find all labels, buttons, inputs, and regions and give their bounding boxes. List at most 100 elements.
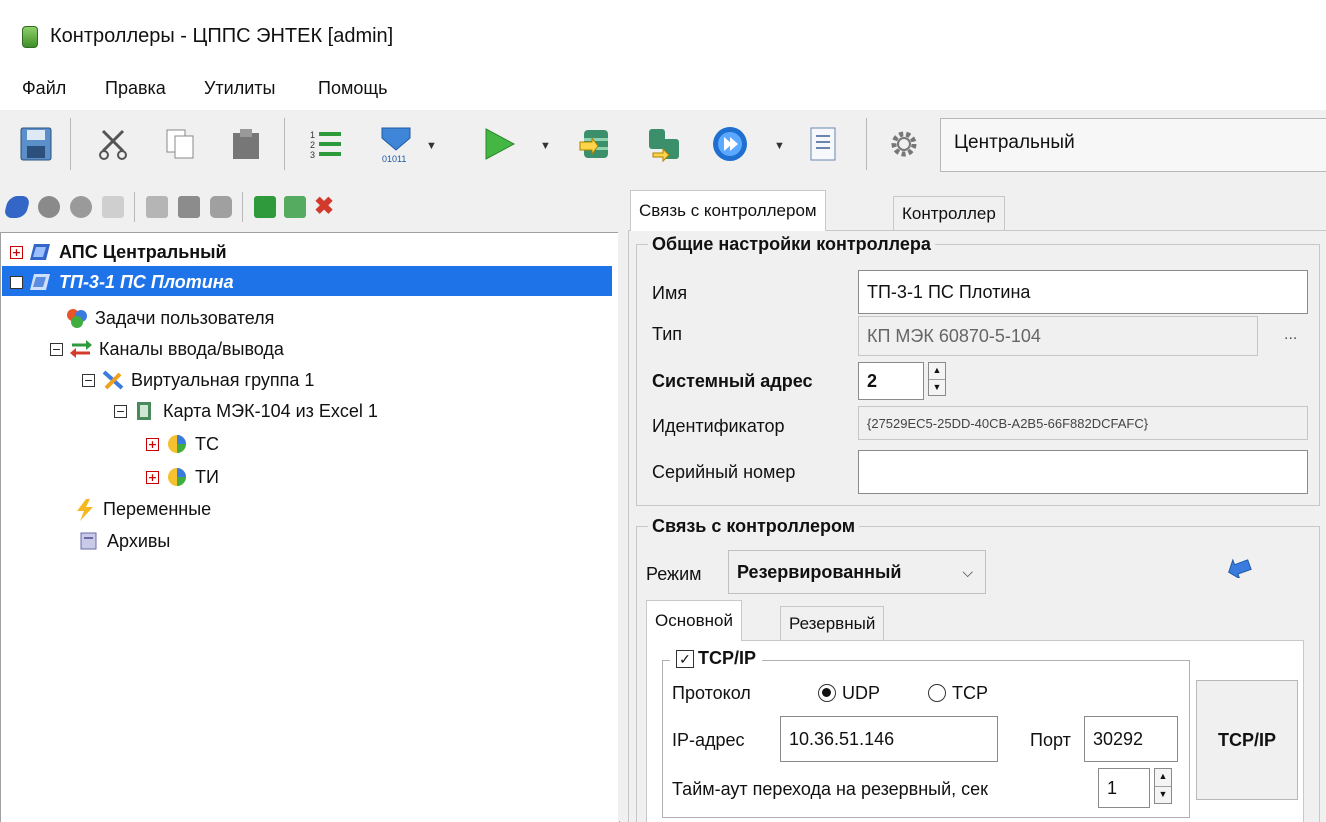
timeout-value: 1 [1107,777,1118,798]
mode-label: Режим [646,564,702,584]
virtual-group-icon [102,370,124,390]
timeout-field[interactable]: 1 [1098,768,1150,808]
tree-node-label: ТИ [195,466,219,487]
disconnect-icon[interactable] [146,196,168,218]
tab-reserve[interactable]: Резервный [780,606,885,641]
system-address-value: 2 [867,370,878,391]
collapse-icon[interactable]: − [10,275,23,289]
sync-icon[interactable] [644,124,684,164]
udp-label: UDP [842,683,881,703]
app-icon [22,26,38,48]
lightning-icon [74,499,96,521]
tree-node-ti[interactable]: + ТИ [146,463,219,491]
database-icon[interactable] [576,124,616,164]
menu-utilities[interactable]: Утилиты [204,78,275,99]
collapse-icon[interactable]: − [114,404,127,418]
run-icon[interactable] [478,124,518,164]
tree-node-label: АПС Центральный [59,241,227,262]
port-field[interactable]: 30292 [1084,716,1178,762]
copy-icon[interactable] [160,124,200,164]
collapse-icon[interactable]: − [50,342,63,356]
tree-node-label: Карта МЭК-104 из Excel 1 [163,400,378,421]
undo-tree-icon[interactable] [284,196,306,218]
document-icon[interactable] [804,124,844,164]
svg-text:1: 1 [310,130,315,140]
delete-item-icon[interactable] [178,196,200,218]
type-label: Тип [652,324,683,344]
chevron-down-icon[interactable]: ▼ [426,140,437,152]
tree-node-aps-central[interactable]: + АПС Центральный [10,238,227,266]
name-field[interactable]: ТП-3-1 ПС Плотина [858,270,1308,314]
name-label: Имя [652,283,688,303]
arrow-back-icon[interactable] [1226,554,1254,583]
tcpip-mode-button[interactable]: TCP/IP [1196,680,1298,800]
system-address-label: Системный адрес [652,371,813,391]
close-icon[interactable]: ✖ [314,192,334,221]
ip-label: IP-адрес [672,730,745,750]
tree-node-user-tasks[interactable]: Задачи пользователя [66,304,274,332]
menu-help[interactable]: Помощь [318,78,388,99]
settings-icon[interactable] [884,124,924,164]
object-add-icon[interactable] [70,196,92,218]
shield-icon[interactable] [210,196,232,218]
save-icon[interactable] [16,124,56,164]
chevron-down-icon[interactable]: ▼ [774,140,785,152]
menu-file[interactable]: Файл [22,78,66,99]
chevron-down-icon[interactable]: ▼ [540,140,551,152]
cut-icon[interactable] [94,124,134,164]
numbered-list-icon[interactable]: 123 [306,124,346,164]
tcpip-label: TCP/IP [698,648,757,668]
paste-icon[interactable] [226,124,266,164]
tree-node-archives[interactable]: Архивы [78,527,170,555]
tree-node-label: ТП-3-1 ПС Плотина [59,271,234,292]
svg-text:01011: 01011 [382,154,406,164]
udp-radio[interactable] [818,684,836,702]
tree-node-label: ТС [195,433,219,454]
tab-controller[interactable]: Контроллер [893,196,1005,231]
type-browse-button[interactable]: ... [1284,326,1297,344]
context-selector-value: Центральный [954,132,1075,153]
tab-main[interactable]: Основной [646,600,742,641]
menu-edit[interactable]: Правка [105,78,166,99]
expand-icon[interactable]: + [146,437,159,451]
controller-icon [30,242,52,262]
tcp-radio[interactable] [928,684,946,702]
timeout-stepper[interactable]: ▲ ▼ [1154,768,1172,804]
window-title: Контроллеры - ЦППС ЭНТЕК [admin] [50,25,394,47]
tree-node-label: Каналы ввода/вывода [99,338,284,359]
port-label: Порт [1030,730,1071,750]
protocol-label: Протокол [672,683,751,703]
system-address-field[interactable]: 2 [858,362,924,400]
menu-bar [0,70,1326,110]
port-value: 30292 [1093,728,1144,749]
archive-icon [78,531,100,551]
collapse-icon[interactable]: − [82,373,95,387]
node-add-icon[interactable] [38,196,60,218]
tcpip-checkbox[interactable]: ✓ TCP/IP [670,648,763,669]
tree-node-variables[interactable]: Переменные [74,495,211,523]
tree-node-label: Задачи пользователя [95,307,275,328]
excel-map-icon [134,401,156,421]
serial-number-field[interactable] [858,450,1308,494]
panel-splitter[interactable] [618,186,628,821]
system-address-stepper[interactable]: ▲ ▼ [928,362,946,396]
tree-node-virtual-group[interactable]: − Виртуальная группа 1 [82,366,314,394]
timeout-label: Тайм-аут перехода на резервный, сек [672,779,989,799]
module-add-icon[interactable] [102,196,124,218]
tree-node-io-channels[interactable]: − Каналы ввода/вывода [50,335,284,363]
tree-node-ts[interactable]: + ТС [146,430,219,458]
svg-text:2: 2 [310,140,315,150]
mode-value: Резервированный [737,561,902,582]
export-tree-icon[interactable] [254,196,276,218]
mode-select[interactable]: Резервированный ⌵ [728,550,986,594]
tree-node-label: Переменные [103,498,212,519]
play-circle-icon[interactable] [710,124,750,164]
tree-node-iec104-map[interactable]: − Карта МЭК-104 из Excel 1 [114,397,378,425]
ip-field[interactable]: 10.36.51.146 [780,716,998,762]
expand-icon[interactable]: + [146,470,159,484]
download-binary-icon[interactable]: 01011 [376,124,416,164]
expand-icon[interactable]: + [10,245,23,259]
tab-connection[interactable]: Связь с контроллером [630,190,826,231]
ip-value: 10.36.51.146 [789,728,895,749]
tree-node-tp-3-1[interactable]: − ТП-3-1 ПС Плотина [10,268,234,296]
